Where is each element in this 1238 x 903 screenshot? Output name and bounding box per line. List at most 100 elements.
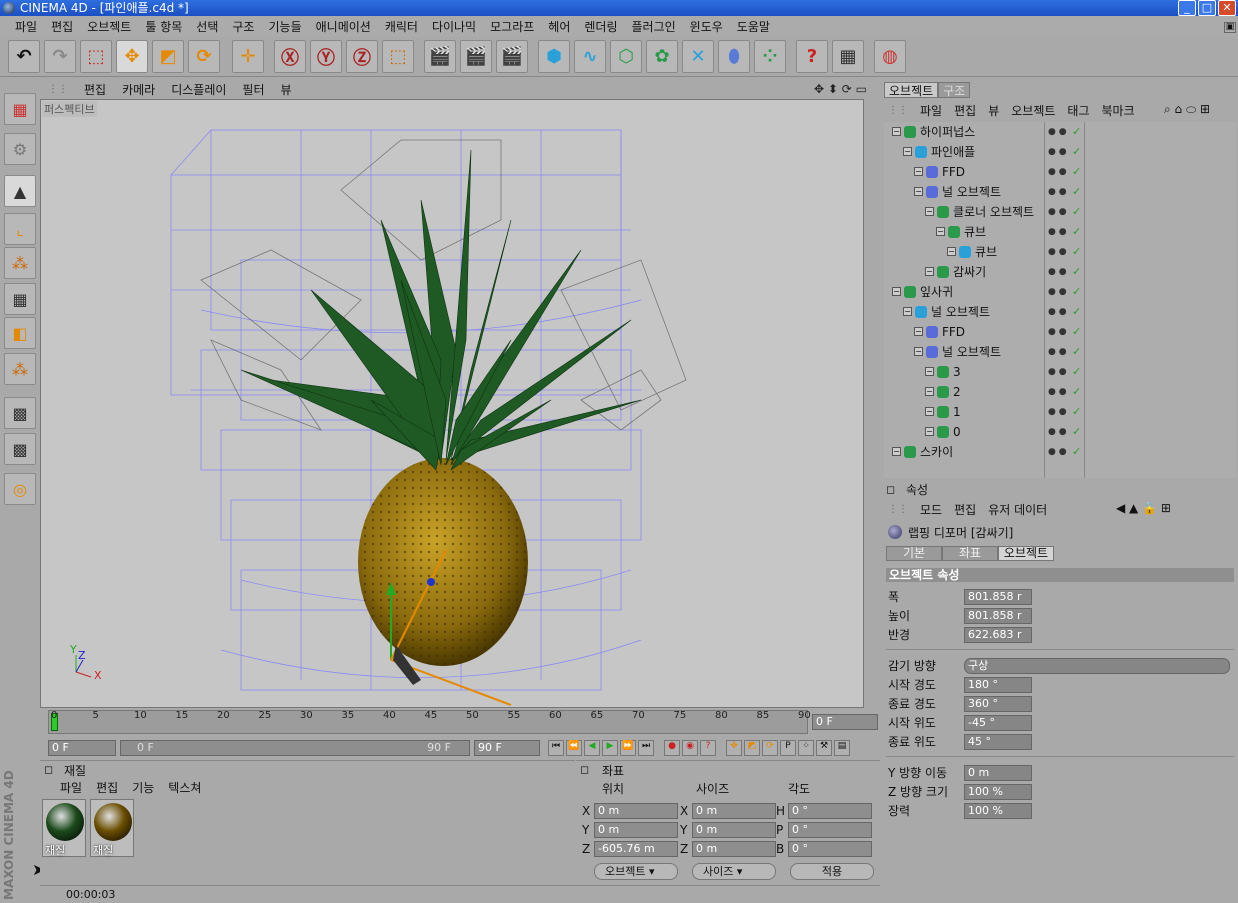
- viewport-menu-item[interactable]: 디스플레이: [163, 81, 234, 98]
- menu-item[interactable]: 구조: [225, 18, 261, 35]
- object-menu-item[interactable]: 파일: [914, 102, 948, 119]
- render-settings-icon[interactable]: 🎬: [496, 40, 528, 73]
- coord-angle-field[interactable]: 0 °: [788, 803, 872, 819]
- key-scale-icon[interactable]: ◩: [744, 740, 760, 756]
- visibility-dots-icon[interactable]: ● ●: [1048, 222, 1068, 242]
- enabled-check-icon[interactable]: ✓: [1072, 222, 1081, 242]
- nurbs-icon[interactable]: ⬡: [610, 40, 642, 73]
- material-swatch[interactable]: 재질: [90, 799, 134, 857]
- menu-item[interactable]: 오브젝트: [80, 18, 138, 35]
- restore-layout-icon[interactable]: ▣: [1224, 22, 1236, 33]
- animation-mode-icon[interactable]: ◎: [4, 473, 36, 505]
- tab-object[interactable]: 오브젝트: [998, 546, 1054, 561]
- next-key-icon[interactable]: ⏩: [620, 740, 636, 756]
- panel-grip-icon[interactable]: ◻: [44, 763, 53, 776]
- key-list-icon[interactable]: ▤: [834, 740, 850, 756]
- expand-toggle-icon[interactable]: −: [903, 307, 912, 316]
- scene-object-icon[interactable]: ⬮: [718, 40, 750, 73]
- x-axis-lock-icon[interactable]: Ⓧ: [274, 40, 306, 73]
- go-end-icon[interactable]: ⏭: [638, 740, 654, 756]
- enabled-check-icon[interactable]: ✓: [1072, 282, 1081, 302]
- key-param-icon[interactable]: P: [780, 740, 796, 756]
- start-frame-field[interactable]: 0 F: [48, 740, 116, 756]
- viewport-menu-item[interactable]: 편집: [76, 81, 114, 98]
- angle-value-field[interactable]: -45 °: [964, 715, 1032, 731]
- object-row[interactable]: − 널 오브젝트 ● ● ✓: [884, 342, 1236, 362]
- object-row[interactable]: − 감싸기 ● ● ✓: [884, 262, 1236, 282]
- key-points-icon[interactable]: ⁘: [798, 740, 814, 756]
- undo-icon[interactable]: ↶: [8, 40, 40, 73]
- play-icon[interactable]: ▶: [602, 740, 618, 756]
- expand-toggle-icon[interactable]: −: [947, 247, 956, 256]
- expand-toggle-icon[interactable]: −: [925, 207, 934, 216]
- play-back-icon[interactable]: ◀: [584, 740, 600, 756]
- menu-item[interactable]: 헤어: [541, 18, 577, 35]
- object-row[interactable]: − 클로너 오브젝트 ● ● ✓: [884, 202, 1236, 222]
- material-menu-item[interactable]: 편집: [96, 779, 118, 796]
- render-view-icon[interactable]: 🎬: [424, 40, 456, 73]
- enabled-check-icon[interactable]: ✓: [1072, 422, 1081, 442]
- material-menu-item[interactable]: 텍스쳐: [168, 779, 201, 796]
- object-row[interactable]: − 큐브 ● ● ✓: [884, 222, 1236, 242]
- object-row[interactable]: − 1 ● ● ✓: [884, 402, 1236, 422]
- range-slider[interactable]: 0 F 90 F: [120, 740, 470, 756]
- object-menu-item[interactable]: 오브젝트: [1005, 102, 1061, 119]
- menu-item[interactable]: 모그라프: [483, 18, 541, 35]
- expand-toggle-icon[interactable]: −: [914, 327, 923, 336]
- redo-icon[interactable]: ↷: [44, 40, 76, 73]
- enabled-check-icon[interactable]: ✓: [1072, 302, 1081, 322]
- expand-toggle-icon[interactable]: −: [925, 267, 934, 276]
- object-row[interactable]: − 파인애플 ● ● ✓: [884, 142, 1236, 162]
- visibility-dots-icon[interactable]: ● ●: [1048, 242, 1068, 262]
- visibility-dots-icon[interactable]: ● ●: [1048, 362, 1068, 382]
- web-icon[interactable]: ◍: [874, 40, 906, 73]
- menu-item[interactable]: 파일: [8, 18, 44, 35]
- tweak-mode-icon[interactable]: ▩: [4, 433, 36, 465]
- deformer-icon[interactable]: ✕: [682, 40, 714, 73]
- extra-value-field[interactable]: 100 %: [964, 784, 1032, 800]
- object-row[interactable]: − FFD ● ● ✓: [884, 162, 1236, 182]
- menu-item[interactable]: 렌더링: [577, 18, 624, 35]
- array-icon[interactable]: ✿: [646, 40, 678, 73]
- object-row[interactable]: − FFD ● ● ✓: [884, 322, 1236, 342]
- coord-position-field[interactable]: 0 m: [594, 803, 678, 819]
- viewport-menu-item[interactable]: 필터: [234, 81, 272, 98]
- material-swatch[interactable]: 재질: [42, 799, 86, 857]
- object-row[interactable]: − 0 ● ● ✓: [884, 422, 1236, 442]
- enabled-check-icon[interactable]: ✓: [1072, 442, 1081, 462]
- object-row[interactable]: − 스카이 ● ● ✓: [884, 442, 1236, 462]
- prop-value-field[interactable]: 801.858 r: [964, 589, 1032, 605]
- visibility-dots-icon[interactable]: ● ●: [1048, 422, 1068, 442]
- expand-toggle-icon[interactable]: −: [892, 447, 901, 456]
- tab-structure[interactable]: 구조: [938, 82, 971, 98]
- key-wand-icon[interactable]: ⚒: [816, 740, 832, 756]
- visibility-dots-icon[interactable]: ● ●: [1048, 262, 1068, 282]
- polygons-mode-icon[interactable]: ◧: [4, 317, 36, 349]
- enabled-check-icon[interactable]: ✓: [1072, 262, 1081, 282]
- object-menu-item[interactable]: 태그: [1061, 102, 1095, 119]
- visibility-dots-icon[interactable]: ● ●: [1048, 182, 1068, 202]
- panel-grip-icon[interactable]: ⋮⋮: [882, 105, 914, 116]
- selection-tool-icon[interactable]: ⬚: [80, 40, 112, 73]
- enabled-check-icon[interactable]: ✓: [1072, 362, 1081, 382]
- axis-move-icon[interactable]: ✛: [232, 40, 264, 73]
- texture-axis-icon[interactable]: ▩: [4, 397, 36, 429]
- workplane-icon[interactable]: ▦: [4, 93, 36, 125]
- scale-tool-icon[interactable]: ◩: [152, 40, 184, 73]
- wrap-direction-select[interactable]: 구상: [964, 658, 1230, 674]
- expand-toggle-icon[interactable]: −: [925, 387, 934, 396]
- expand-toggle-icon[interactable]: −: [914, 167, 923, 176]
- object-manager-nav-icons[interactable]: ⌕ ⌂ ⬭ ⊞: [1164, 102, 1210, 117]
- viewport-menu-item[interactable]: 뷰: [273, 81, 300, 98]
- move-tool-icon[interactable]: ✥: [116, 40, 148, 73]
- prop-value-field[interactable]: 622.683 r: [964, 627, 1032, 643]
- texture-mode-icon[interactable]: ⁂: [4, 353, 36, 385]
- visibility-dots-icon[interactable]: ● ●: [1048, 162, 1068, 182]
- panel-grip-icon[interactable]: ⋮⋮: [882, 504, 914, 515]
- angle-value-field[interactable]: 45 °: [964, 734, 1032, 750]
- expand-toggle-icon[interactable]: −: [892, 287, 901, 296]
- enabled-check-icon[interactable]: ✓: [1072, 162, 1081, 182]
- object-row[interactable]: − 널 오브젝트 ● ● ✓: [884, 182, 1236, 202]
- visibility-dots-icon[interactable]: ● ●: [1048, 202, 1068, 222]
- close-button[interactable]: ✕: [1218, 0, 1236, 16]
